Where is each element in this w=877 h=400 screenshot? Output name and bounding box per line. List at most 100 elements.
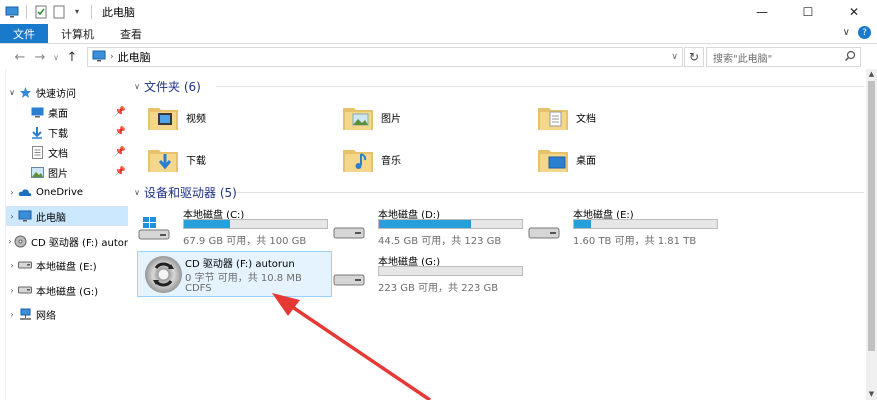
drive-item-d[interactable]: 本地磁盘 (D:) 44.5 GB 可用，共 123 GB — [325, 206, 523, 250]
expand-chevron-icon[interactable]: › — [6, 286, 18, 295]
expand-chevron-icon[interactable]: › — [6, 261, 18, 270]
disk-icon — [18, 283, 32, 297]
sidebar-item-this-pc[interactable]: › 此电脑 — [6, 206, 128, 226]
expand-chevron-icon[interactable]: › — [6, 212, 18, 221]
sidebar-item-network[interactable]: › 网络 — [6, 304, 128, 324]
expand-chevron-icon[interactable]: › — [6, 188, 18, 197]
folder-label: 图片 — [381, 113, 401, 125]
drive-usage-fill — [574, 220, 592, 228]
drive-item-cd[interactable]: CD 驱动器 (F:) autorun 0 字节 可用，共 10.8 MB CD… — [137, 251, 332, 297]
group-divider — [236, 192, 864, 193]
sidebar-item-label: 网络 — [36, 310, 56, 322]
maximize-button[interactable]: ☐ — [785, 0, 831, 24]
properties-icon[interactable] — [33, 4, 49, 20]
expand-chevron-icon[interactable]: › — [6, 237, 14, 246]
folder-item-pictures[interactable]: 图片 — [327, 97, 507, 137]
group-header-folders[interactable]: ∨ 文件夹 (6) — [130, 77, 201, 95]
search-placeholder: 搜索"此电脑" — [713, 53, 773, 65]
computer-icon — [92, 50, 106, 65]
collapse-chevron-icon[interactable]: ∨ — [6, 88, 18, 97]
download-icon — [30, 125, 44, 139]
address-dropdown-icon[interactable]: ∨ — [671, 52, 678, 62]
drive-item-g[interactable]: 本地磁盘 (G:) 223 GB 可用，共 223 GB — [325, 253, 523, 297]
sidebar-item-disk-e[interactable]: › 本地磁盘 (E:) — [6, 255, 128, 275]
forward-arrow-icon[interactable]: → — [30, 50, 50, 65]
ribbon-controls: ∨ ? — [843, 26, 871, 39]
help-icon[interactable]: ? — [858, 26, 871, 39]
tab-view[interactable]: 查看 — [107, 24, 155, 43]
folder-item-music[interactable]: 音乐 — [327, 139, 507, 179]
up-arrow-icon[interactable]: ↑ — [62, 50, 82, 65]
tab-file[interactable]: 文件 — [0, 24, 48, 43]
drive-info: 44.5 GB 可用，共 123 GB — [378, 236, 502, 247]
computer-icon — [4, 4, 20, 20]
expand-ribbon-icon[interactable]: ∨ — [843, 27, 850, 38]
window-title: 此电脑 — [102, 5, 135, 19]
expand-chevron-icon[interactable]: › — [6, 310, 18, 319]
scroll-up-icon[interactable]: ▲ — [866, 69, 877, 80]
sidebar-item-cd-drive[interactable]: › CD 驱动器 (F:) autor — [6, 231, 128, 251]
sidebar-item-quick-access[interactable]: ∨ 快速访问 — [6, 82, 128, 102]
search-input[interactable]: 搜索"此电脑" — [706, 47, 861, 67]
pin-icon[interactable]: 📌 — [115, 147, 126, 157]
scroll-down-icon[interactable]: ▼ — [866, 389, 877, 400]
navigation-pane: ∨ 快速访问 桌面 📌 下载 📌 文档 📌 图片 📌 › OneDrive › … — [6, 72, 128, 400]
vertical-scrollbar[interactable]: ▲ ▼ — [866, 69, 877, 400]
sidebar-item-onedrive[interactable]: › OneDrive — [6, 182, 128, 202]
collapse-chevron-icon[interactable]: ∨ — [130, 82, 144, 91]
breadcrumb[interactable]: 此电脑 — [118, 49, 151, 65]
drive-item-c[interactable]: 本地磁盘 (C:) 67.9 GB 可用，共 100 GB — [130, 206, 328, 250]
drive-info: 223 GB 可用，共 223 GB — [378, 283, 499, 294]
breadcrumb-separator-icon[interactable]: › — [110, 52, 114, 62]
pin-icon[interactable]: 📌 — [115, 127, 126, 137]
sidebar-item-label: CD 驱动器 (F:) autor — [31, 237, 128, 249]
disk-icon — [333, 263, 367, 289]
network-icon — [18, 307, 32, 321]
customize-toolbar-icon[interactable]: ▾ — [69, 4, 85, 20]
close-button[interactable]: ✕ — [831, 0, 877, 24]
refresh-button[interactable]: ↻ — [684, 47, 704, 67]
sidebar-item-disk-g[interactable]: › 本地磁盘 (G:) — [6, 280, 128, 300]
address-bar[interactable]: › 此电脑 ∨ — [87, 47, 683, 67]
scrollbar-thumb[interactable] — [868, 81, 875, 351]
drive-item-e[interactable]: 本地磁盘 (E:) 1.60 TB 可用，共 1.81 TB — [520, 206, 718, 250]
back-arrow-icon[interactable]: ← — [10, 50, 30, 65]
folder-item-videos[interactable]: 视频 — [132, 97, 312, 137]
content-pane: ∨ 文件夹 (6) 视频 图片 文档 下载 音乐 桌面 ∨ 设备和驱动器 (5)… — [130, 69, 866, 400]
window-controls: — ☐ ✕ — [739, 0, 877, 24]
new-folder-icon[interactable] — [51, 4, 67, 20]
drive-usage-fill — [379, 220, 471, 228]
video-folder-icon — [146, 100, 180, 134]
desktop-icon — [30, 105, 44, 119]
pin-icon[interactable]: 📌 — [115, 167, 126, 177]
sidebar-item-desktop[interactable]: 桌面 📌 — [6, 102, 128, 122]
desktop-folder-icon — [536, 142, 570, 176]
group-header-devices[interactable]: ∨ 设备和驱动器 (5) — [130, 183, 237, 201]
sidebar-item-label: 快速访问 — [36, 88, 76, 100]
tab-computer[interactable]: 计算机 — [48, 24, 107, 43]
disk-icon — [528, 216, 562, 242]
folder-item-desktop[interactable]: 桌面 — [522, 139, 702, 179]
minimize-button[interactable]: — — [739, 0, 785, 24]
pin-icon[interactable]: 📌 — [115, 107, 126, 117]
sidebar-item-documents[interactable]: 文档 📌 — [6, 142, 128, 162]
recent-locations-chevron-icon[interactable]: ∨ — [50, 53, 62, 62]
music-folder-icon — [341, 142, 375, 176]
sidebar-item-downloads[interactable]: 下载 📌 — [6, 122, 128, 142]
collapse-chevron-icon[interactable]: ∨ — [130, 188, 144, 197]
sidebar-item-label: 此电脑 — [36, 212, 66, 224]
title-bar: ▾ 此电脑 — ☐ ✕ — [0, 0, 877, 24]
group-divider — [216, 86, 864, 87]
drive-name: CD 驱动器 (F:) autorun — [185, 259, 295, 270]
drive-usage-bar — [378, 266, 523, 276]
sidebar-item-pictures[interactable]: 图片 📌 — [6, 162, 128, 182]
folder-label: 下载 — [186, 155, 206, 167]
drive-info: 1.60 TB 可用，共 1.81 TB — [573, 236, 697, 247]
quick-access-toolbar: ▾ — [0, 4, 96, 20]
toolbar-divider — [91, 4, 92, 19]
drive-filesystem: CDFS — [185, 283, 212, 294]
sidebar-item-label: OneDrive — [36, 186, 84, 198]
disk-icon — [333, 216, 367, 242]
folder-item-downloads[interactable]: 下载 — [132, 139, 312, 179]
folder-item-documents[interactable]: 文档 — [522, 97, 702, 137]
